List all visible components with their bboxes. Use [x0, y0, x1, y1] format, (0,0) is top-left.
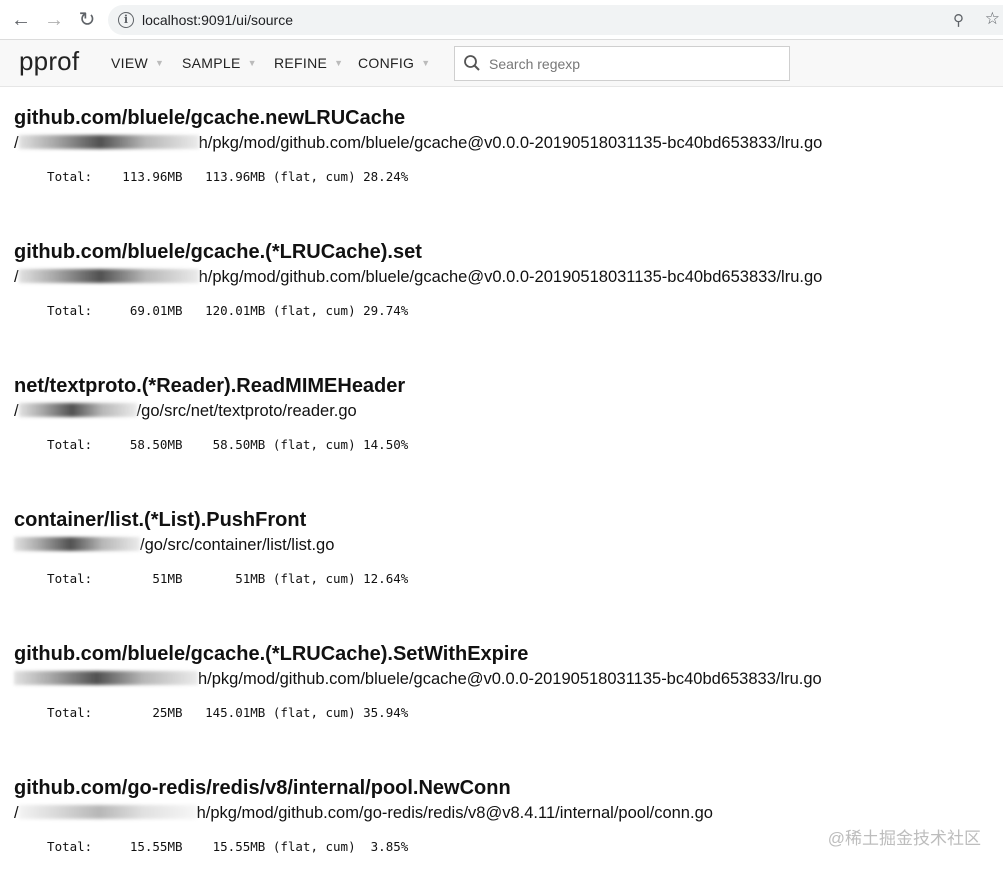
menu-refine[interactable]: REFINE ▼ — [274, 55, 343, 71]
reload-icon[interactable]: ↻ — [75, 8, 99, 32]
redacted-path — [18, 403, 137, 417]
function-name: github.com/bluele/gcache.newLRUCache — [14, 107, 406, 129]
file-path: /go/src/container/list/list.go — [14, 533, 994, 557]
pprof-header: pprof VIEW ▼ SAMPLE ▼ REFINE ▼ CONFIG ▼ — [0, 40, 1003, 87]
redacted-path — [18, 805, 197, 819]
total-line: Total: 25MB 145.01MB (flat, cum) 35.94% — [32, 705, 409, 720]
total-line: Total: 58.50MB 58.50MB (flat, cum) 14.50… — [32, 437, 409, 452]
file-path: / h/pkg/mod/github.com/bluele/gcache@v0.0… — [14, 268, 823, 286]
file-path: h/pkg/mod/github.com/bluele/gcache@v0.0.… — [14, 667, 994, 691]
watermark: @稀土掘金技术社区 — [827, 829, 981, 848]
search-box[interactable] — [454, 46, 790, 81]
file-path: //go/src/net/textproto/reader.go — [14, 402, 357, 420]
function-name: container/list.(*List).PushFront — [14, 509, 307, 531]
bookmark-star-icon[interactable]: ☆ — [985, 9, 1000, 29]
menu-view[interactable]: VIEW ▼ — [111, 55, 164, 71]
total-line: Total: 69.01MB 120.01MB (flat, cum) 29.7… — [32, 303, 409, 318]
redacted-path — [18, 269, 199, 283]
forward-arrow-icon[interactable]: → — [42, 8, 66, 32]
menu-config[interactable]: CONFIG ▼ — [358, 55, 430, 71]
source-listing: container/list.(*List).PushFront /go/src… — [14, 507, 994, 588]
source-listing: net/textproto.(*Reader).ReadMIMEHeader /… — [14, 373, 994, 454]
total-line: Total: 113.96MB 113.96MB (flat, cum) 28.… — [32, 169, 409, 184]
pprof-logo: pprof — [19, 46, 80, 76]
search-input[interactable] — [487, 47, 783, 80]
redacted-path — [18, 135, 199, 149]
address-bar[interactable]: i localhost:9091/ui/source ⚲ ☆ — [108, 5, 1003, 35]
source-listing: github.com/bluele/gcache.(*LRUCache).set… — [14, 239, 994, 320]
info-icon[interactable]: i — [118, 12, 134, 28]
function-name: net/textproto.(*Reader).ReadMIMEHeader — [14, 375, 406, 397]
caret-down-icon: ▼ — [421, 58, 431, 68]
caret-down-icon: ▼ — [334, 58, 344, 68]
function-name: github.com/bluele/gcache.(*LRUCache).set — [14, 241, 422, 263]
url-text[interactable]: localhost:9091/ui/source — [142, 12, 293, 28]
function-name: github.com/bluele/gcache.(*LRUCache).Set… — [14, 643, 529, 665]
menu-sample[interactable]: SAMPLE ▼ — [182, 55, 257, 71]
function-name: github.com/go-redis/redis/v8/internal/po… — [14, 777, 511, 799]
zoom-icon[interactable]: ⚲ — [953, 11, 964, 29]
total-line: Total: 51MB 51MB (flat, cum) 12.64% — [32, 571, 409, 586]
caret-down-icon: ▼ — [154, 58, 165, 68]
back-arrow-icon[interactable]: ← — [9, 8, 33, 32]
redacted-path — [14, 671, 198, 685]
file-path: / h/pkg/mod/github.com/bluele/gcache@v0.0… — [14, 134, 823, 152]
source-listing: github.com/bluele/gcache.(*LRUCache).Set… — [14, 641, 994, 722]
source-listing: github.com/bluele/gcache.newLRUCache / h/… — [14, 105, 994, 186]
search-icon — [464, 55, 480, 71]
file-path: / h/pkg/mod/github.com/go-redis/redis/v8@… — [14, 804, 713, 822]
browser-toolbar: ← → ↻ i localhost:9091/ui/source ⚲ ☆ — [0, 0, 1003, 40]
caret-down-icon: ▼ — [247, 58, 257, 68]
redacted-path — [14, 537, 140, 551]
